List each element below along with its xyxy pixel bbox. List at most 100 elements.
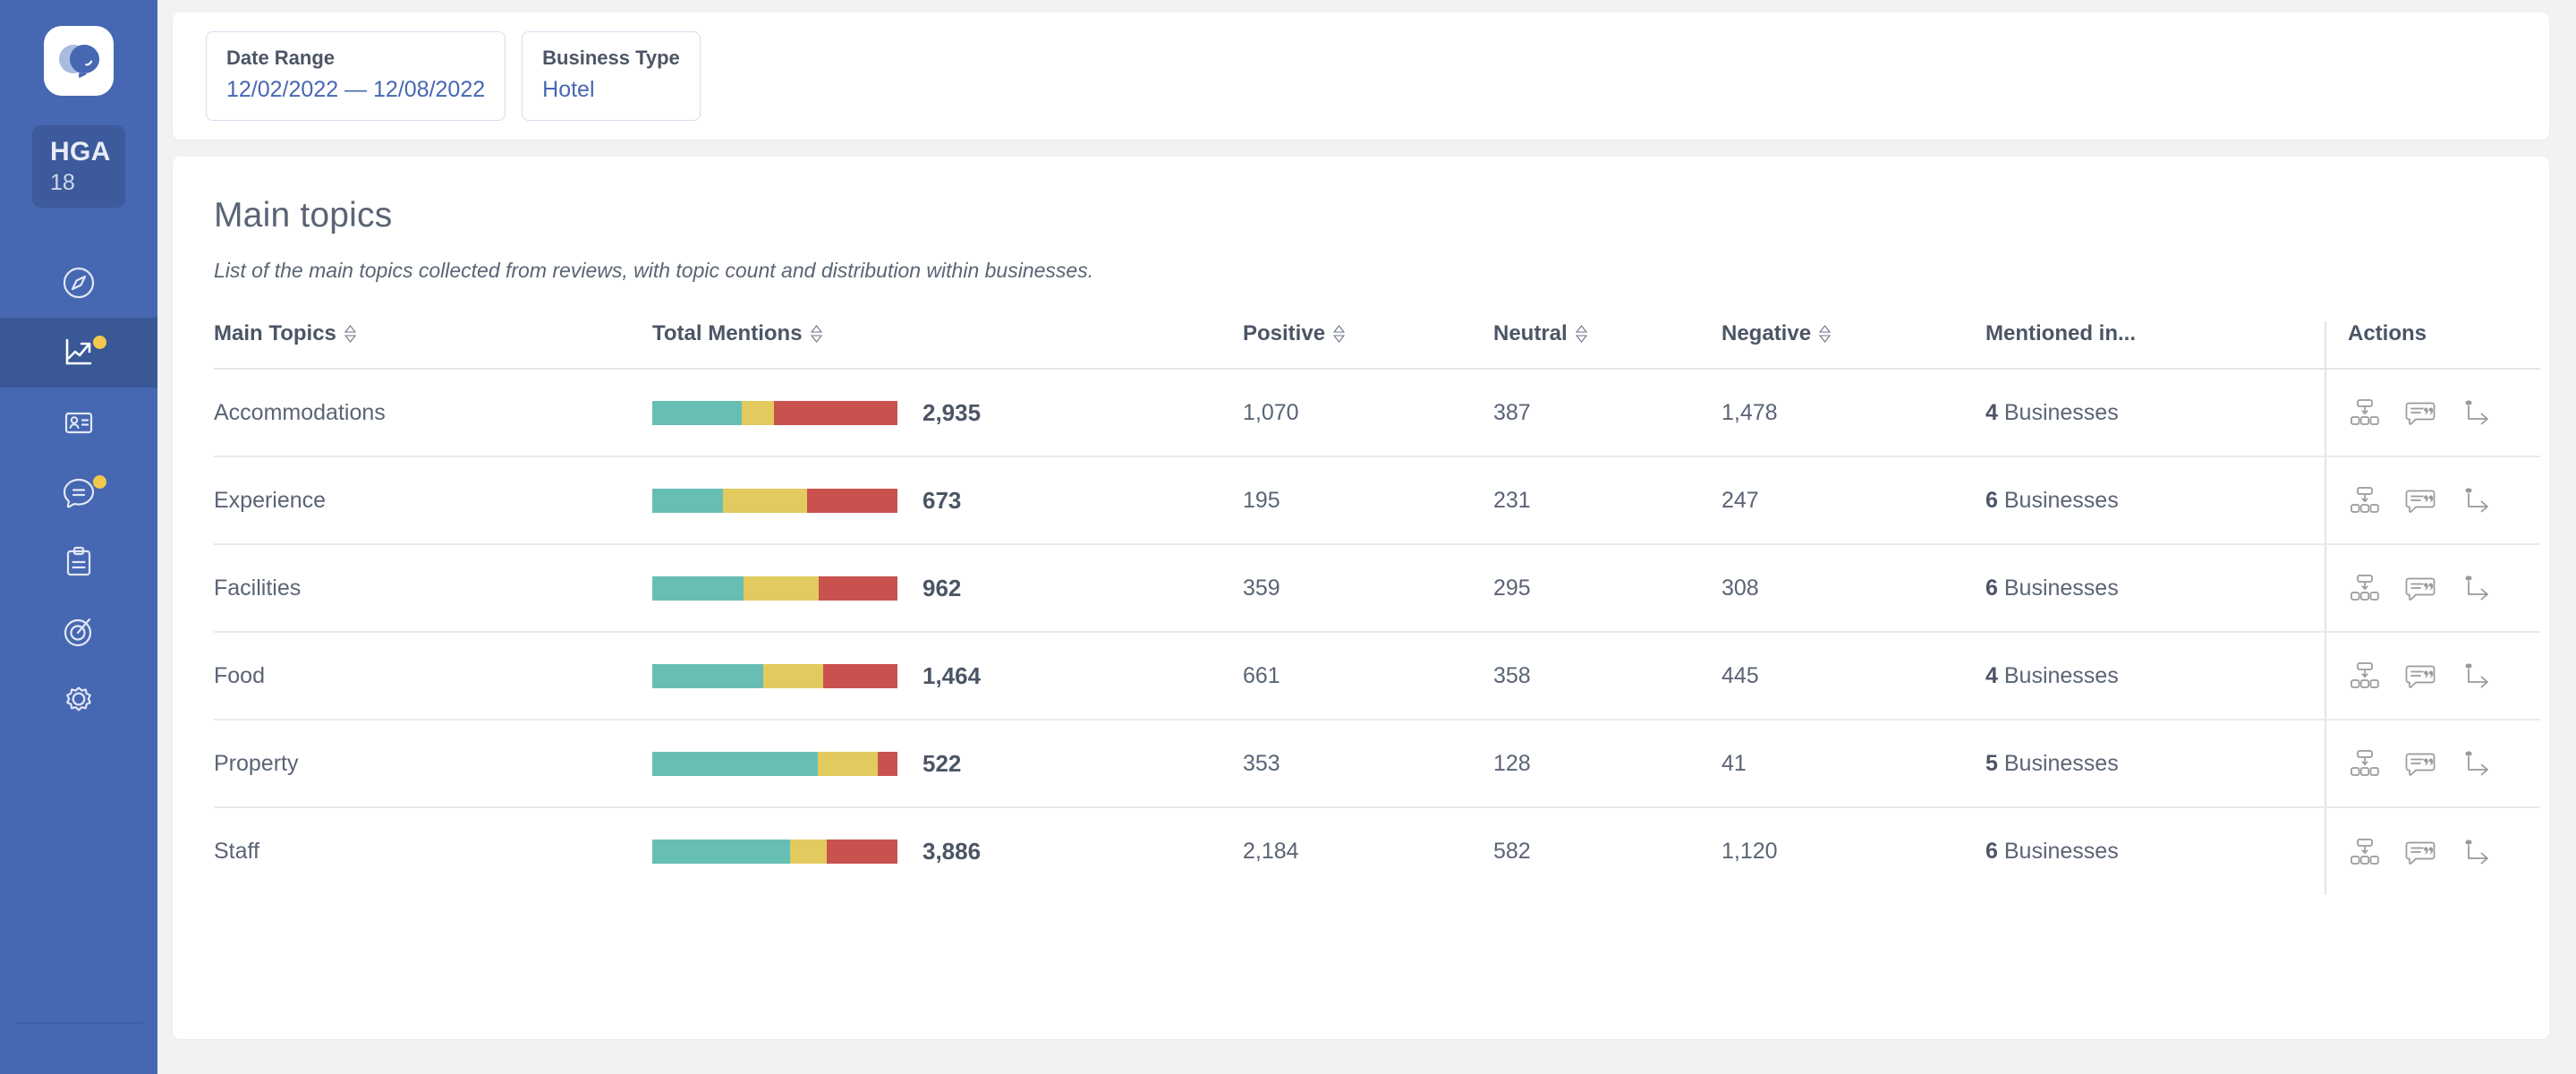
sidebar-item-reports[interactable] <box>0 527 157 597</box>
sort-toggle-icon[interactable] <box>1575 325 1587 343</box>
drill-down-hierarchy-icon[interactable] <box>2348 659 2382 693</box>
bar-segment-positive <box>652 751 819 776</box>
drill-down-hierarchy-icon[interactable] <box>2348 835 2382 869</box>
bar-segment-neutral <box>789 840 828 864</box>
column-header-negative[interactable]: Negative <box>1722 321 1985 369</box>
sidebar: HGA 18 <box>0 0 157 1074</box>
cell-total-mentions: 522 <box>652 720 1243 808</box>
org-badge[interactable]: HGA 18 <box>32 125 125 208</box>
total-mentions-value: 522 <box>922 749 962 777</box>
business-count: 6 <box>1985 487 1998 513</box>
sort-toggle-icon[interactable] <box>344 325 356 343</box>
sentiment-distribution-bar <box>652 400 897 425</box>
table-row[interactable]: Experience 673 195 231 247 6 Businesses <box>214 456 2540 545</box>
date-range-filter[interactable]: Date Range 12/02/2022 — 12/08/2022 <box>206 31 506 121</box>
sentiment-distribution-bar <box>652 751 897 776</box>
business-word: Businesses <box>2003 750 2119 776</box>
table-row[interactable]: Property 522 353 128 41 5 Businesses <box>214 720 2540 808</box>
redirect-arrow-icon[interactable] <box>2459 483 2493 517</box>
table-row[interactable]: Food 1,464 661 358 445 4 Businesses <box>214 632 2540 720</box>
bar-segment-positive <box>652 575 744 601</box>
cell-actions <box>2325 632 2540 720</box>
redirect-arrow-icon[interactable] <box>2459 571 2493 605</box>
column-header-mentioned-in: Mentioned in... <box>1985 321 2325 369</box>
quote-comment-icon[interactable] <box>2403 396 2437 430</box>
bar-segment-positive <box>652 400 742 425</box>
table-row[interactable]: Staff 3,886 2,184 582 1,120 6 Businesses <box>214 807 2540 895</box>
bar-segment-negative <box>807 488 897 513</box>
sidebar-item-analytics[interactable] <box>0 318 157 388</box>
business-type-filter[interactable]: Business Type Hotel <box>522 31 701 121</box>
sort-toggle-icon[interactable] <box>1819 325 1832 343</box>
sidebar-item-contacts[interactable] <box>0 388 157 457</box>
cell-neutral: 358 <box>1493 632 1722 720</box>
bar-segment-negative <box>827 840 897 864</box>
cell-positive: 195 <box>1243 456 1493 545</box>
bar-segment-negative <box>822 663 897 688</box>
column-header-label: Actions <box>2348 321 2427 345</box>
bar-segment-neutral <box>762 663 823 688</box>
sort-toggle-icon[interactable] <box>1333 325 1346 343</box>
column-header-main-topics[interactable]: Main Topics <box>214 321 652 369</box>
column-header-label: Positive <box>1243 321 1326 345</box>
sort-toggle-icon[interactable] <box>810 325 822 343</box>
gear-icon <box>66 686 91 712</box>
topic-name: Facilities <box>214 575 302 601</box>
table-body: Accommodations 2,935 1,070 387 1,478 4 Busine… <box>214 369 2540 895</box>
cell-positive: 359 <box>1243 544 1493 633</box>
quote-comment-icon[interactable] <box>2403 659 2437 693</box>
filter-bar: Date Range 12/02/2022 — 12/08/2022 Busin… <box>173 13 2549 140</box>
bar-segment-neutral <box>818 751 879 776</box>
drill-down-hierarchy-icon[interactable] <box>2348 571 2382 605</box>
quote-comment-icon[interactable] <box>2403 483 2437 517</box>
redirect-arrow-icon[interactable] <box>2459 396 2493 430</box>
column-header-positive[interactable]: Positive <box>1243 321 1493 369</box>
quote-comment-icon[interactable] <box>2403 835 2437 869</box>
cell-actions <box>2325 807 2540 895</box>
column-header-actions: Actions <box>2325 321 2540 369</box>
cell-neutral: 582 <box>1493 839 1531 864</box>
table-row[interactable]: Facilities 962 359 295 308 6 Businesses <box>214 544 2540 633</box>
cell-positive: 353 <box>1243 720 1493 808</box>
total-mentions-value: 673 <box>922 486 962 514</box>
drill-down-hierarchy-icon[interactable] <box>2348 396 2382 430</box>
cell-topic-name: Facilities <box>214 544 652 633</box>
column-header-neutral[interactable]: Neutral <box>1493 321 1722 369</box>
sidebar-item-goals[interactable] <box>0 597 157 667</box>
quote-comment-icon[interactable] <box>2403 746 2437 780</box>
cell-mentioned-in: 6 Businesses <box>1985 456 2325 545</box>
redirect-arrow-icon[interactable] <box>2459 659 2493 693</box>
business-word: Businesses <box>2003 487 2119 513</box>
sidebar-item-messages[interactable] <box>0 457 157 527</box>
sidebar-divider <box>14 1022 143 1024</box>
table-row[interactable]: Accommodations 2,935 1,070 387 1,478 4 Busine… <box>214 369 2540 457</box>
redirect-arrow-icon[interactable] <box>2459 835 2493 869</box>
sidebar-nav <box>0 248 157 737</box>
drill-down-hierarchy-icon[interactable] <box>2348 746 2382 780</box>
bar-segment-positive <box>652 488 724 513</box>
chat-bubbles-logo-icon <box>59 45 99 78</box>
cell-positive: 1,070 <box>1243 369 1493 457</box>
business-type-value: Hotel <box>542 76 595 102</box>
cell-mentioned-in: 4 Businesses <box>1985 369 2325 457</box>
sentiment-distribution-bar <box>652 488 897 513</box>
sidebar-item-settings[interactable] <box>0 667 157 737</box>
redirect-arrow-icon[interactable] <box>2459 746 2493 780</box>
cell-actions <box>2325 369 2540 457</box>
column-header-total-mentions[interactable]: Total Mentions <box>652 321 1243 369</box>
business-word: Businesses <box>2003 839 2119 864</box>
cell-topic-name: Food <box>214 632 652 720</box>
cell-topic-name: Experience <box>214 456 652 545</box>
sidebar-item-explore[interactable] <box>0 248 157 318</box>
app-logo[interactable] <box>44 26 114 96</box>
bar-segment-neutral <box>744 575 820 601</box>
bar-segment-positive <box>652 840 790 864</box>
cell-actions <box>2325 720 2540 808</box>
cell-positive: 2,184 <box>1243 839 1299 864</box>
cell-actions <box>2325 456 2540 545</box>
cell-mentioned-in: 4 Businesses <box>1985 632 2325 720</box>
quote-comment-icon[interactable] <box>2403 571 2437 605</box>
cell-neutral: 128 <box>1493 720 1722 808</box>
cell-negative: 1,478 <box>1722 369 1985 457</box>
drill-down-hierarchy-icon[interactable] <box>2348 483 2382 517</box>
